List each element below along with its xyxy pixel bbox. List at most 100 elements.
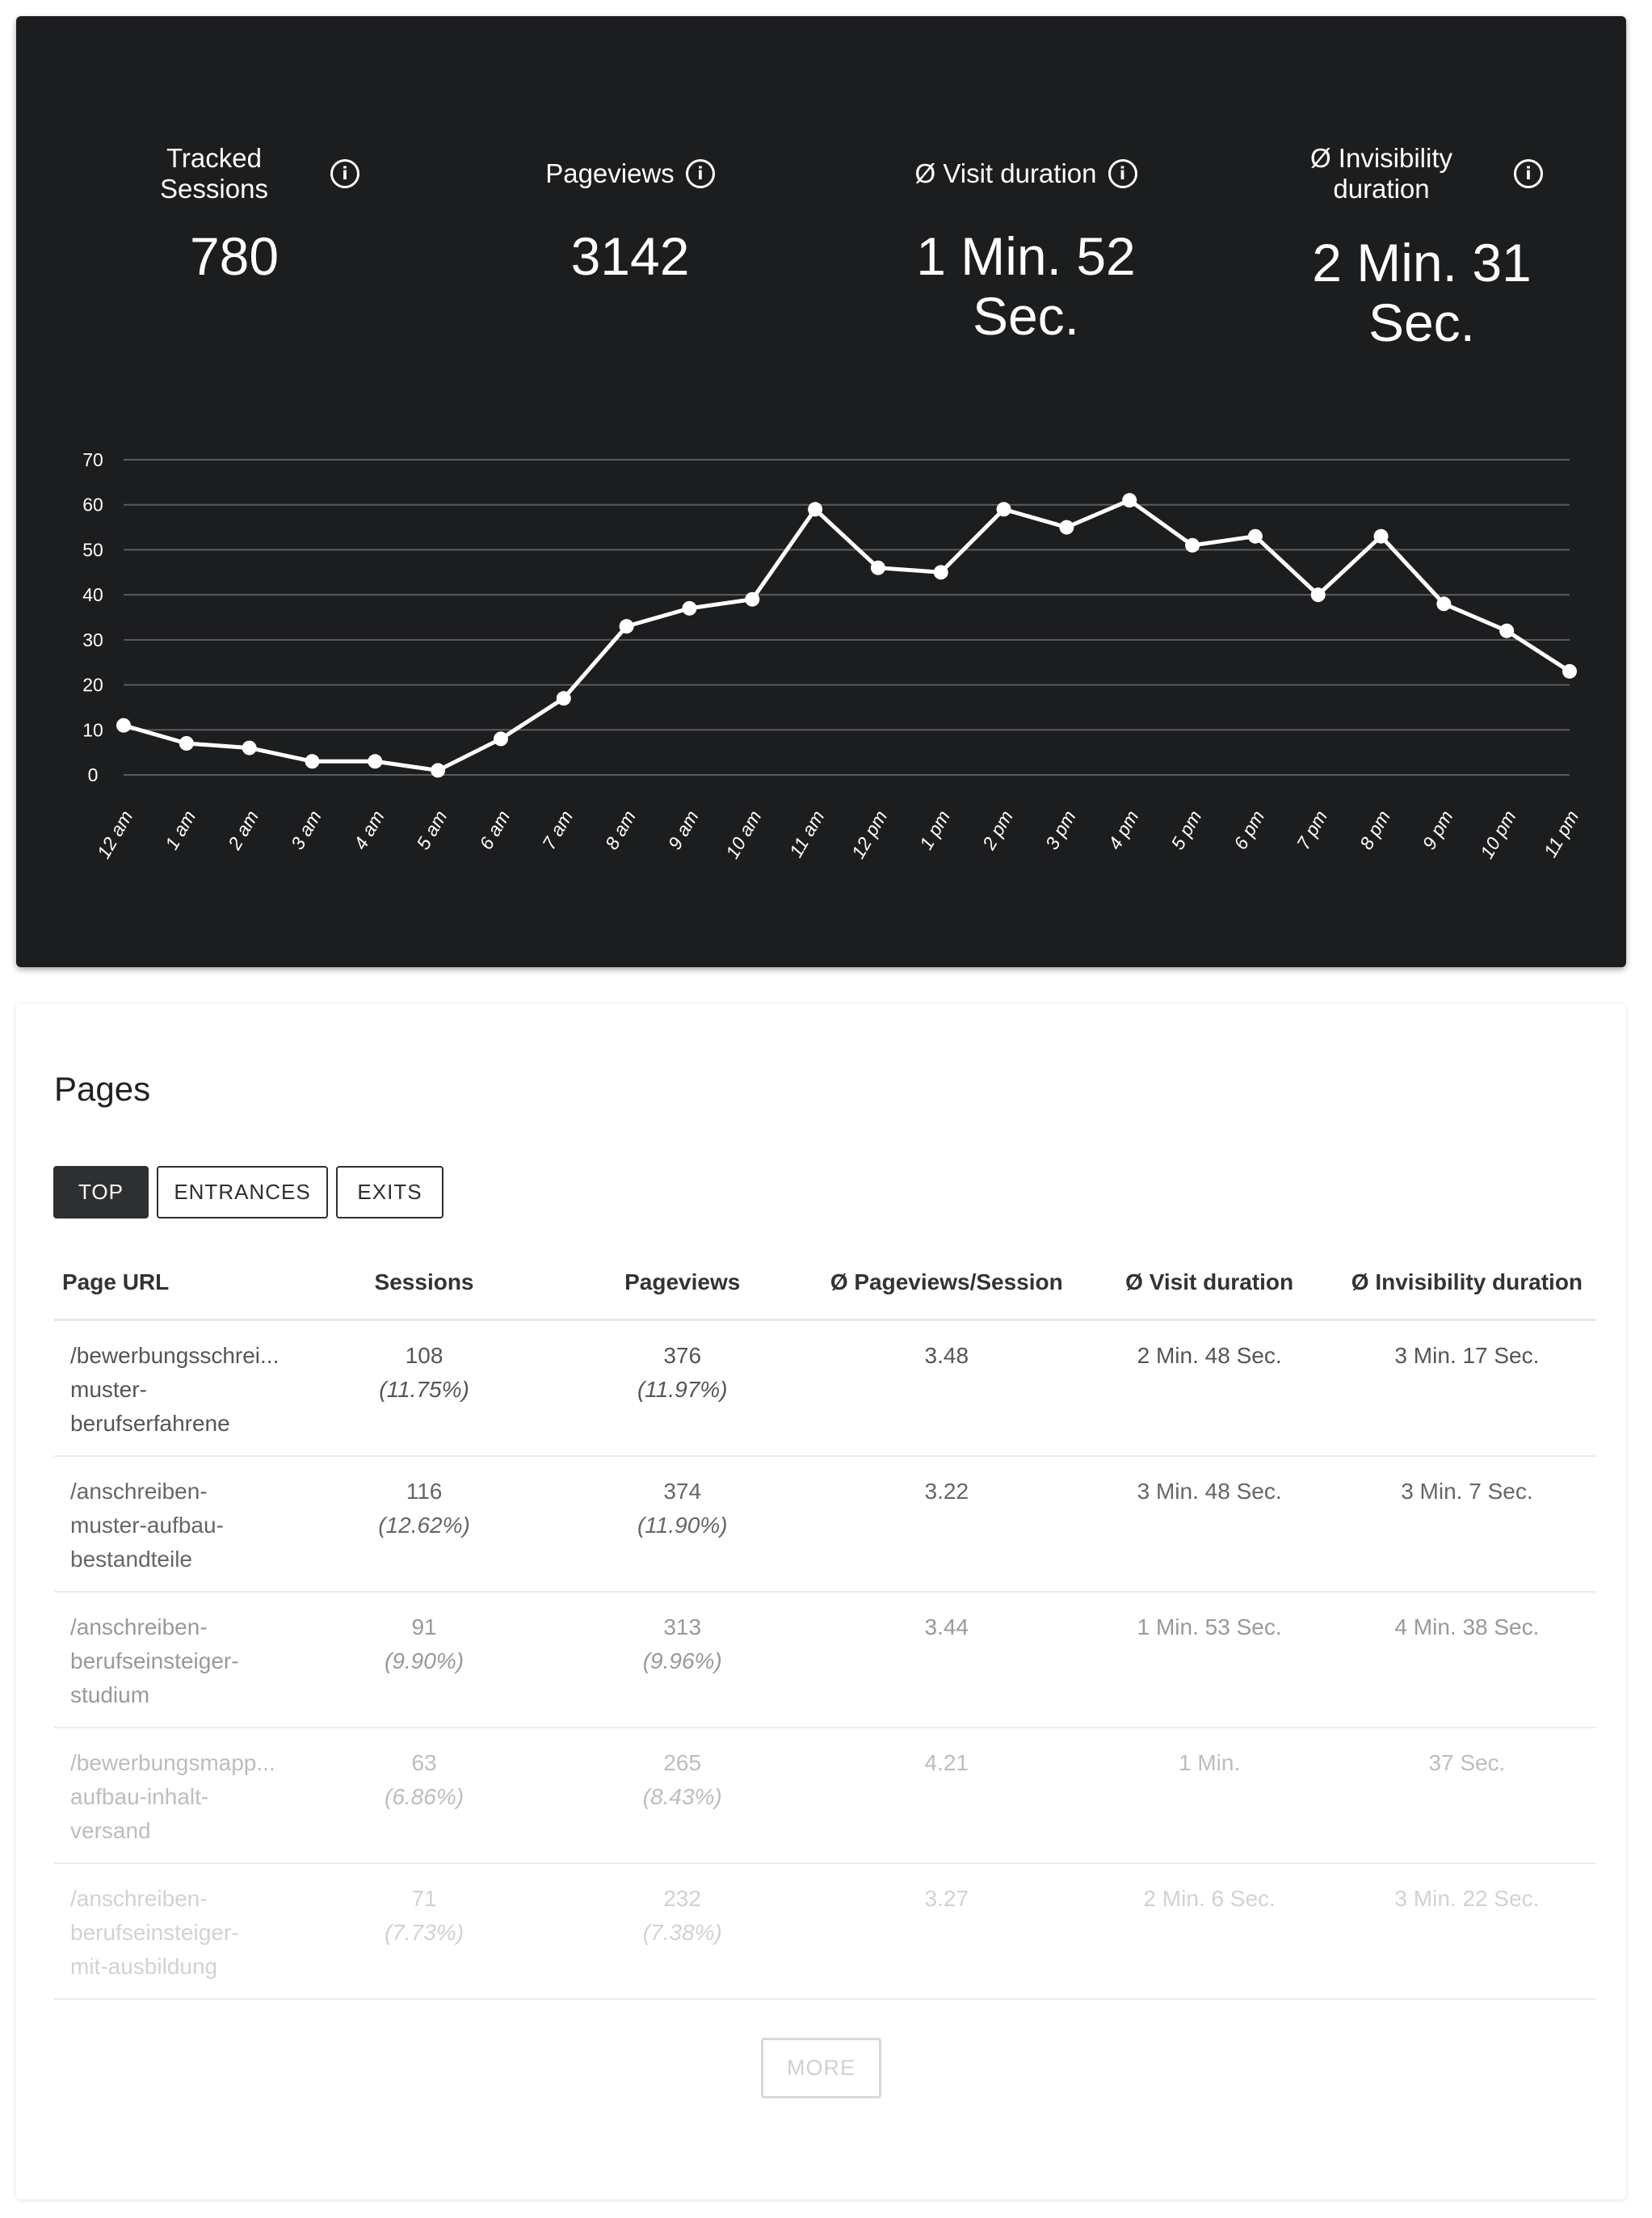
column-header-invisibility-duration[interactable]: Ø Invisibility duration [1337, 1246, 1596, 1321]
page-url-cell[interactable]: /anschreiben-berufseinsteiger-mit-ausbil… [54, 1862, 296, 2000]
page-url-text: mit-ausbildung [70, 1953, 218, 1979]
data-point[interactable] [996, 502, 1011, 517]
tab-top[interactable]: TOP [53, 1166, 149, 1218]
pageviews-per-session-cell: 3.44 [812, 1591, 1082, 1728]
column-header-page-url[interactable]: Page URL [54, 1246, 296, 1321]
pageviews-cell: 376 (11.97%) [553, 1319, 813, 1457]
pages-card: Pages TOP ENTRANCES EXITS Page URL Sessi… [16, 1004, 1626, 2199]
tab-exits[interactable]: EXITS [336, 1166, 443, 1218]
column-header-sessions[interactable]: Sessions [295, 1246, 553, 1321]
sessions-cell-value: 91 [411, 1614, 437, 1639]
x-tick-label: 10 am [721, 807, 765, 862]
pageviews-per-session-cell: 3.48 [812, 1319, 1082, 1457]
pageviews-per-session-cell: 3.22 [812, 1455, 1082, 1593]
page-url-text: versand [70, 1817, 151, 1843]
data-point[interactable] [116, 718, 131, 733]
invisibility-duration-cell: 37 Sec. [1337, 1727, 1596, 1864]
x-tick-label: 10 pm [1476, 807, 1520, 862]
data-point[interactable] [933, 565, 948, 580]
data-point[interactable] [1247, 528, 1263, 544]
pageviews-cell: 374 (11.90%) [553, 1455, 813, 1593]
data-point[interactable] [305, 754, 320, 769]
x-tick-label: 9 am [664, 807, 703, 853]
x-tick-label: 8 pm [1356, 807, 1394, 853]
sessions-cell: 63 (6.86%) [295, 1727, 553, 1864]
pageviews-cell-value: 232 [663, 1885, 702, 1911]
x-tick-label: 9 pm [1419, 807, 1457, 853]
pages-table: Page URL Sessions Pageviews Ø Pageviews/… [54, 1246, 1596, 2000]
pageviews-per-session-cell: 4.21 [812, 1727, 1082, 1864]
page-url-text: /anschreiben- [70, 1478, 208, 1504]
page-url-text: aufbau-inhalt- [70, 1783, 209, 1809]
invisibility-duration-cell: 3 Min. 22 Sec. [1337, 1862, 1596, 2000]
pageviews-per-session-cell-value: 3.27 [924, 1885, 969, 1911]
data-point[interactable] [1185, 537, 1200, 553]
data-point[interactable] [368, 754, 383, 769]
table-row[interactable]: /bewerbungsmapp... aufbau-inhalt-versand 6… [54, 1727, 1596, 1864]
pages-title: Pages [54, 1070, 151, 1108]
data-point[interactable] [179, 736, 194, 751]
data-point[interactable] [1562, 663, 1577, 679]
invisibility-duration-cell-value: 4 Min. 38 Sec. [1394, 1614, 1540, 1639]
page-url-text: muster-aufbau- [70, 1512, 224, 1538]
invisibility-duration-cell-value: 3 Min. 22 Sec. [1394, 1885, 1540, 1911]
pageviews-cell: 265 (8.43%) [553, 1727, 813, 1864]
sessions-cell: 108 (11.75%) [295, 1319, 553, 1457]
pageviews-cell-percent: (7.38%) [642, 1919, 722, 1945]
visit-duration-cell-value: 1 Min. [1179, 1749, 1241, 1775]
page-url-text: bestandteile [70, 1546, 193, 1572]
data-point[interactable] [1373, 528, 1389, 544]
data-point[interactable] [682, 600, 697, 616]
invisibility-duration-cell: 4 Min. 38 Sec. [1337, 1591, 1596, 1728]
visit-duration-cell-value: 3 Min. 48 Sec. [1137, 1478, 1282, 1504]
sessions-cell-percent: (11.75%) [379, 1377, 469, 1402]
page-url-cell[interactable]: /anschreiben-muster-aufbau-bestandteile [54, 1455, 296, 1593]
column-header-pageviews[interactable]: Pageviews [553, 1246, 813, 1321]
table-row[interactable]: /anschreiben-berufseinsteiger-studium 91 (… [54, 1591, 1596, 1728]
page-url-cell[interactable]: /anschreiben-berufseinsteiger-studium [54, 1591, 296, 1728]
pageviews-cell-percent: (9.96%) [642, 1648, 722, 1673]
data-point[interactable] [431, 763, 446, 778]
pageviews-per-session-cell-value: 4.21 [924, 1749, 969, 1775]
data-point[interactable] [493, 731, 508, 747]
pageviews-cell: 232 (7.38%) [553, 1862, 813, 2000]
x-tick-label: 2 am [223, 807, 263, 854]
data-point[interactable] [619, 619, 634, 634]
more-button[interactable]: MORE [761, 2038, 881, 2098]
x-tick-label: 7 am [538, 807, 577, 853]
data-point[interactable] [1436, 596, 1452, 612]
x-tick-label: 2 pm [977, 807, 1017, 854]
x-tick-label: 6 pm [1230, 807, 1268, 853]
visit-duration-cell: 2 Min. 6 Sec. [1081, 1862, 1338, 2000]
pageviews-cell-value: 376 [663, 1343, 702, 1368]
sessions-cell-value: 71 [411, 1885, 437, 1911]
page-url-text: berufseinsteiger- [70, 1648, 239, 1673]
tab-entrances[interactable]: ENTRANCES [157, 1166, 328, 1218]
data-point[interactable] [1499, 623, 1515, 638]
y-tick-label: 70 [82, 449, 103, 470]
visit-duration-cell-value: 2 Min. 6 Sec. [1143, 1885, 1276, 1911]
column-header-pageviews-per-session[interactable]: Ø Pageviews/Session [812, 1246, 1082, 1321]
data-point[interactable] [556, 691, 571, 706]
data-point[interactable] [870, 560, 885, 575]
invisibility-duration-cell-value: 3 Min. 7 Sec. [1401, 1478, 1533, 1504]
data-point[interactable] [808, 502, 823, 517]
sessions-cell-percent: (9.90%) [385, 1648, 464, 1673]
table-row[interactable]: /bewerbungsschrei... muster-berufserfahre… [54, 1319, 1596, 1457]
data-point[interactable] [1122, 493, 1137, 508]
x-tick-label: 11 am [785, 807, 829, 861]
page-url-cell[interactable]: /bewerbungsschrei... muster-berufserfahre… [54, 1319, 296, 1457]
x-tick-label: 6 am [475, 807, 514, 853]
data-point[interactable] [1059, 520, 1074, 535]
table-row[interactable]: /anschreiben-muster-aufbau-bestandteile 1… [54, 1455, 1596, 1593]
page-url-text: muster- [70, 1377, 147, 1402]
column-header-visit-duration[interactable]: Ø Visit duration [1081, 1246, 1338, 1321]
data-point[interactable] [242, 740, 257, 755]
table-row[interactable]: /anschreiben-berufseinsteiger-mit-ausbil… [54, 1862, 1596, 2000]
data-point[interactable] [745, 591, 760, 607]
data-point[interactable] [1310, 587, 1326, 603]
sessions-cell-percent: (6.86%) [385, 1783, 464, 1809]
sessions-line-chart: 0 10 20 30 40 50 60 70 12 am 1 am 2 am 3 am 4 am 5 am… [82, 449, 1583, 862]
visit-duration-cell-value: 1 Min. 53 Sec. [1137, 1614, 1282, 1639]
page-url-cell[interactable]: /bewerbungsmapp... aufbau-inhalt-versand [54, 1727, 296, 1864]
